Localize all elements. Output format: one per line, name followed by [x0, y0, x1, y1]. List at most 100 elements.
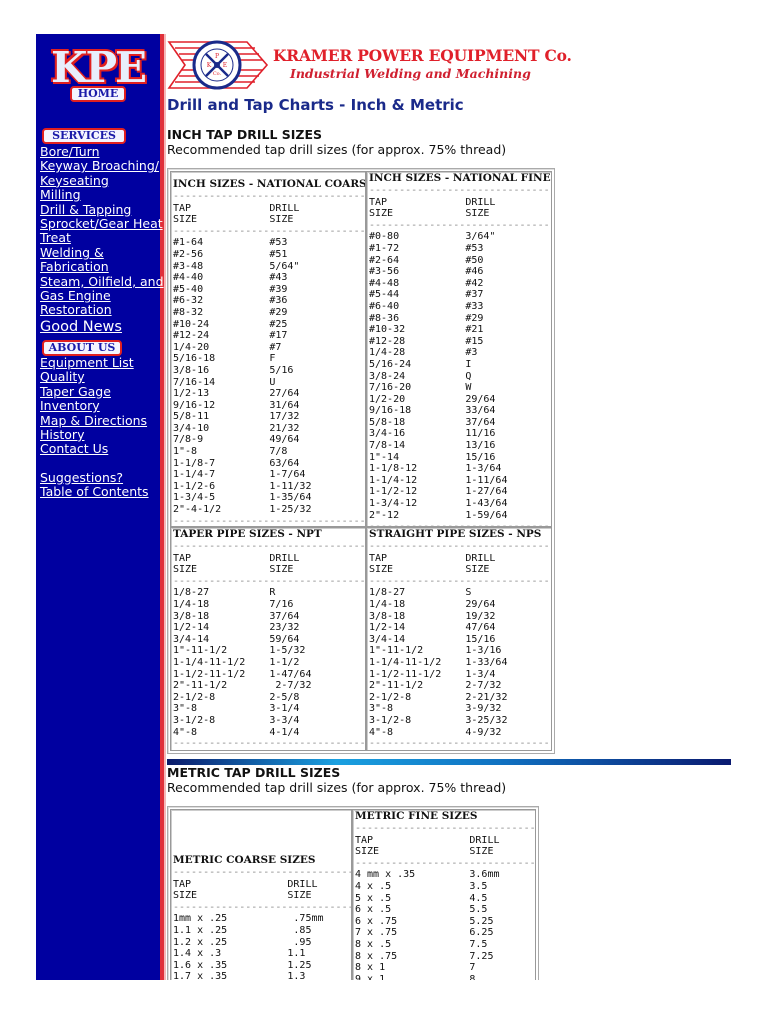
- sidebar-link-good-news[interactable]: Good News: [40, 319, 164, 336]
- emblem-letter-co: Co.: [213, 71, 222, 77]
- table-title: INCH SIZES - NATIONAL COARSE: [173, 178, 366, 190]
- sidebar-link-treat[interactable]: Treat: [40, 231, 164, 246]
- table-row: 1.6 x .35 1.25: [173, 959, 312, 971]
- table-row: 1-3/4-12 1-43/64: [369, 498, 508, 510]
- sidebar-link-taper-gage[interactable]: Taper Gage: [40, 384, 164, 399]
- table-row: 7/16-20 W: [369, 382, 472, 394]
- sidebar-link-sprocket-gear-heat[interactable]: Sprocket/Gear Heat: [40, 216, 164, 231]
- sidebar-link-equipment-list[interactable]: Equipment List: [40, 355, 164, 370]
- table-title: STRAIGHT PIPE SIZES - NPS: [369, 528, 542, 540]
- sidebar-link-keyseating[interactable]: Keyseating: [40, 173, 164, 188]
- table-row: 1"-8 7/8: [173, 446, 288, 458]
- table-row: 8 x .75 7.25: [355, 950, 494, 962]
- inch-fine-table: INCH SIZES - NATIONAL FINE -------------…: [366, 171, 552, 527]
- table-row: 4 mm x .35 3.6mm: [355, 869, 500, 881]
- sidebar-link-restoration[interactable]: Restoration: [40, 303, 164, 318]
- sidebar-link-drill-tapping[interactable]: Drill & Tapping: [40, 202, 164, 217]
- metric-section-subtitle: Recommended tap drill sizes (for approx.…: [167, 780, 507, 795]
- table-row: 1-1/2-6 1-11/32: [173, 480, 312, 492]
- table-row: 1-1/8-12 1-3/64: [369, 463, 502, 475]
- table-row: 1-1/4-12 1-11/64: [369, 474, 508, 486]
- table-row: 9/16-12 31/64: [173, 399, 300, 411]
- table-row: 1/4-20 #7: [173, 341, 282, 353]
- services-heading: SERVICES: [42, 128, 126, 144]
- table-row: 1-1/2-11-1/2 1-3/4: [369, 668, 496, 680]
- sidebar-link-fabrication[interactable]: Fabrication: [40, 259, 164, 274]
- metric-fine-table: METRIC FINE SIZES ----------------------…: [352, 809, 536, 986]
- table-row: #5-40 #39: [173, 283, 288, 295]
- inch-coarse-table: INCH SIZES - NATIONAL COARSE -----------…: [170, 171, 366, 527]
- sidebar-link-steam-oilfield[interactable]: Steam, Oilfield, and: [40, 274, 164, 289]
- table-row: 2"-11-1/2 2-7/32: [173, 680, 312, 692]
- sidebar-link-map-directions[interactable]: Map & Directions: [40, 413, 164, 428]
- table-row: #10-24 #25: [173, 318, 288, 330]
- table-row: 3/4-14 15/16: [369, 633, 496, 645]
- table-row: #6-32 #36: [173, 295, 288, 307]
- sidebar-link-table-of-contents[interactable]: Table of Contents: [40, 484, 164, 499]
- about-badge-spacer: [40, 336, 164, 356]
- table-row: 1-3/4-5 1-35/64: [173, 492, 312, 504]
- inch-chart-grid: INCH SIZES - NATIONAL COARSE -----------…: [167, 168, 555, 754]
- metric-chart-grid: METRIC COARSE SIZES --------------------…: [167, 806, 539, 987]
- table-row: 2"-12 1-59/64: [369, 509, 508, 521]
- company-emblem-icon: P K E Co.: [167, 40, 269, 90]
- table-row: 1/2-14 47/64: [369, 622, 496, 634]
- table-row: 1/2-14 23/32: [173, 622, 300, 634]
- sidebar-link-suggestions[interactable]: Suggestions?: [40, 470, 164, 485]
- table-row: 4 x .5 3.5: [355, 880, 488, 892]
- table-row: 1"-14 15/16: [369, 451, 496, 463]
- table-row: 4"-8 4-1/4: [173, 726, 300, 738]
- table-row: 3/4-16 11/16: [369, 428, 496, 440]
- table-row: 1.2 x .25 .95: [173, 936, 312, 948]
- table-row: 1-1/4-7 1-7/64: [173, 469, 306, 481]
- sidebar-link-bore-turn[interactable]: Bore/Turn: [40, 144, 164, 159]
- sidebar-link-keyway-broaching[interactable]: Keyway Broaching/: [40, 158, 164, 173]
- sidebar-link-quality[interactable]: Quality: [40, 369, 164, 384]
- table-row: #12-28 #15: [369, 335, 484, 347]
- table-row: 3"-8 3-9/32: [369, 703, 502, 715]
- home-button[interactable]: HOME: [70, 86, 126, 102]
- table-row: 1/8-27 R: [173, 587, 276, 599]
- table-row: 1-1/4-11-1/2 1-1/2: [173, 656, 300, 668]
- table-row: #1-64 #53: [173, 237, 288, 249]
- table-row: #8-32 #29: [173, 306, 288, 318]
- sidebar-links: Bore/Turn Keyway Broaching/ Keyseating M…: [40, 144, 164, 500]
- table-row: 1/2-20 29/64: [369, 393, 496, 405]
- table-row: 1.4 x .3 1.1: [173, 948, 306, 960]
- table-row: 1-1/4-11-1/2 1-33/64: [369, 656, 508, 668]
- table-row: 1/4-28 #3: [369, 347, 478, 359]
- table-row: 3/4-14 59/64: [173, 633, 300, 645]
- metric-section-title: METRIC TAP DRILL SIZES: [167, 765, 341, 780]
- page-title: Drill and Tap Charts - Inch & Metric: [167, 96, 464, 114]
- sidebar-link-milling[interactable]: Milling: [40, 187, 164, 202]
- table-title: INCH SIZES - NATIONAL FINE: [369, 172, 551, 184]
- sidebar-link-inventory[interactable]: Inventory: [40, 398, 164, 413]
- table-row: 1-1/2-12 1-27/64: [369, 486, 508, 498]
- table-title: TAPER PIPE SIZES - NPT: [173, 528, 322, 540]
- kpe-logo[interactable]: KPE: [42, 44, 154, 92]
- table-row: 2"-11-1/2 2-7/32: [369, 680, 502, 692]
- sidebar-link-history[interactable]: History: [40, 427, 164, 442]
- table-row: 5 x .5 4.5: [355, 892, 488, 904]
- company-tagline: Industrial Welding and Machining: [290, 66, 531, 81]
- table-row: 7/8-14 13/16: [369, 440, 496, 452]
- metric-coarse-body: --------------------------------- TAP DR…: [173, 867, 352, 986]
- table-row: 8 x .5 7.5: [355, 938, 488, 950]
- table-row: 7/16-14 U: [173, 376, 276, 388]
- sidebar-link-contact-us[interactable]: Contact Us: [40, 441, 164, 456]
- table-row: 3/8-18 37/64: [173, 610, 300, 622]
- table-row: 3-1/2-8 3-25/32: [369, 714, 508, 726]
- sidebar-link-welding[interactable]: Welding &: [40, 245, 164, 260]
- emblem-letter-e: E: [223, 62, 227, 69]
- table-row: #4-48 #42: [369, 277, 484, 289]
- table-title: METRIC COARSE SIZES: [173, 854, 316, 866]
- table-row: #8-36 #29: [369, 312, 484, 324]
- table-row: 1.1 x .25 .85: [173, 924, 312, 936]
- metric-coarse-table: METRIC COARSE SIZES --------------------…: [170, 809, 352, 986]
- table-row: 1mm x .25 .75mm: [173, 913, 324, 925]
- sidebar-link-gas-engine[interactable]: Gas Engine: [40, 288, 164, 303]
- inch-coarse-body: --------------------------------- TAP DR…: [173, 191, 366, 527]
- table-row: 9/16-18 33/64: [369, 405, 496, 417]
- table-row: 7 x .75 6.25: [355, 927, 494, 939]
- table-row: 4"-8 4-9/32: [369, 726, 502, 738]
